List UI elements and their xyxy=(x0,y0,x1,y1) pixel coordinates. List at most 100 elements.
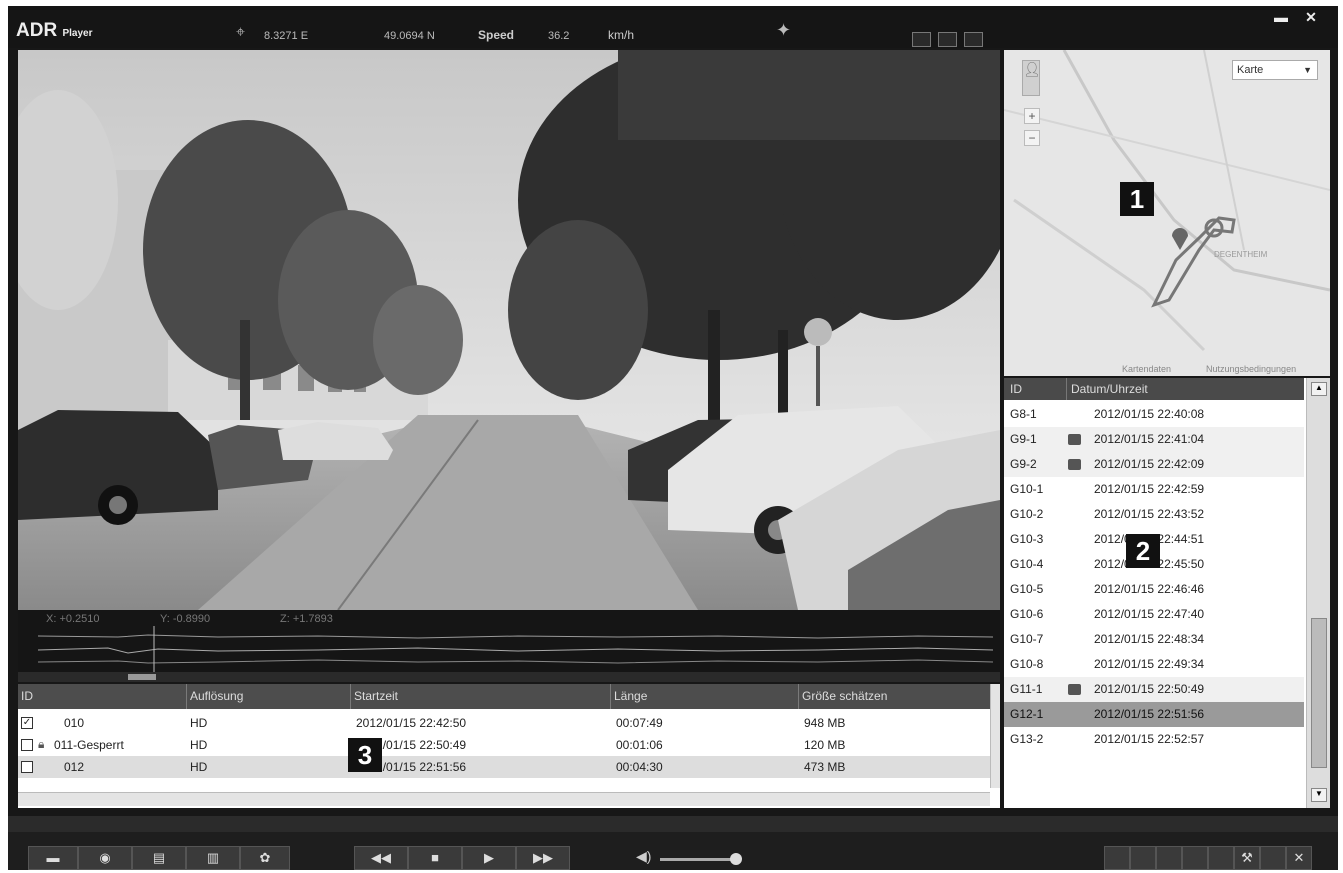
folder-icon: ▬ xyxy=(46,850,60,865)
gps-list: ID Datum/Uhrzeit G8-1 2012/01/15 22:40:08… xyxy=(1004,378,1330,808)
speed-label: Speed xyxy=(478,28,515,42)
table-row[interactable]: ✓ 010 HD 2012/01/15 22:42:50 00:07:49 94… xyxy=(18,712,990,734)
view-single-button[interactable] xyxy=(912,32,931,47)
rewind-icon: ◀◀ xyxy=(371,850,391,865)
volume-knob[interactable] xyxy=(730,853,742,865)
list-col-datetime[interactable]: Datum/Uhrzeit xyxy=(1066,378,1148,400)
wrench-icon: ⚒ xyxy=(1241,850,1253,865)
list-item-id: G13-2 xyxy=(1010,732,1044,746)
col-resolution[interactable]: Auflösung xyxy=(186,684,350,709)
list-item[interactable]: G10-6 2012/01/15 22:47:40 xyxy=(1004,602,1304,627)
bottom-toolbar: ▬ ◉ ▤ ▥ ✿ ◀◀ ■ ▶ ▶▶ ◀) ⚒ ✕ xyxy=(8,816,1338,870)
list-vscrollbar[interactable]: ▲ ▼ xyxy=(1306,378,1330,808)
scroll-thumb[interactable] xyxy=(1311,618,1327,768)
fast-forward-button[interactable]: ▶▶ xyxy=(516,846,570,870)
list-item-id: G12-1 xyxy=(1010,707,1044,721)
timeline-handle[interactable] xyxy=(128,674,156,680)
list-item-id: G10-2 xyxy=(1010,507,1044,521)
list-item[interactable]: G9-2 2012/01/15 22:42:09 xyxy=(1004,452,1304,477)
close-icon: ✕ xyxy=(1293,850,1305,865)
list-item-id: G10-3 xyxy=(1010,532,1044,546)
map-type-select[interactable]: Karte ▼ xyxy=(1232,60,1318,80)
camera-icon: ◉ xyxy=(99,850,111,865)
street-view-icon[interactable]: 👤︎ xyxy=(1022,60,1041,96)
tool-button-3[interactable] xyxy=(1156,846,1182,870)
list-item-id: G9-2 xyxy=(1010,457,1037,471)
list-item-datetime: 2012/01/15 22:42:59 xyxy=(1094,482,1205,496)
map-place-label: DEGENTHEIM xyxy=(1214,250,1268,259)
scroll-up-button[interactable]: ▲ xyxy=(1311,382,1327,396)
scroll-down-button[interactable]: ▼ xyxy=(1311,788,1327,802)
list-item[interactable]: G12-1 2012/01/15 22:51:56 xyxy=(1004,702,1304,727)
locked-file-icon xyxy=(1068,434,1081,445)
table-row[interactable]: 🔒︎ 011-Gesperrt HD 2012/01/15 22:50:49 0… xyxy=(18,734,990,756)
timeline-track[interactable] xyxy=(18,672,1000,682)
delete-button[interactable]: ▥ xyxy=(186,846,240,870)
clips-vscrollbar[interactable] xyxy=(990,684,1000,788)
video-frame[interactable] xyxy=(18,50,1000,610)
col-id[interactable]: ID xyxy=(18,684,186,709)
list-item[interactable]: G8-1 2012/01/15 22:40:08 xyxy=(1004,402,1304,427)
tool-button-7[interactable] xyxy=(1260,846,1286,870)
app-window: ADR Player ⌖ 8.3271 E 49.0694 N Speed 36… xyxy=(8,6,1338,870)
col-start-time[interactable]: Startzeit xyxy=(350,684,610,709)
list-item-datetime: 2012/01/15 22:41:04 xyxy=(1094,432,1205,446)
tool-button-1[interactable] xyxy=(1104,846,1130,870)
list-item[interactable]: G10-8 2012/01/15 22:49:34 xyxy=(1004,652,1304,677)
settings-button[interactable]: ✿ xyxy=(240,846,290,870)
list-item[interactable]: G10-1 2012/01/15 22:42:59 xyxy=(1004,477,1304,502)
sensor-x-value: X: +0.2510 xyxy=(46,613,100,625)
zoom-out-button[interactable]: − xyxy=(1024,130,1040,146)
map-attribution: Kartendaten xyxy=(1122,364,1172,374)
callout-2: 2 xyxy=(1126,534,1160,568)
row-checkbox[interactable] xyxy=(21,739,33,751)
volume-slider[interactable] xyxy=(660,853,742,865)
list-item[interactable]: G10-5 2012/01/15 22:46:46 xyxy=(1004,577,1304,602)
list-item-datetime: 2012/01/15 22:49:34 xyxy=(1094,657,1205,671)
list-item[interactable]: G10-7 2012/01/15 22:48:34 xyxy=(1004,627,1304,652)
gsensor-graph[interactable]: X: +0.2510 Y: -0.8990 Z: +1.7893 xyxy=(18,610,1000,672)
map-terms-link[interactable]: Nutzungsbedingungen xyxy=(1206,364,1296,374)
tool-button-4[interactable] xyxy=(1182,846,1208,870)
table-row[interactable]: 012 HD 2012/01/15 22:51:56 00:04:30 473 … xyxy=(18,756,990,778)
stop-button[interactable]: ■ xyxy=(408,846,462,870)
save-button[interactable]: ▤ xyxy=(132,846,186,870)
list-item-datetime: 2012/01/15 22:42:09 xyxy=(1094,457,1205,471)
list-item-id: G8-1 xyxy=(1010,407,1037,421)
document-icon: ▤ xyxy=(152,850,166,865)
sensor-y-value: Y: -0.8990 xyxy=(160,613,211,625)
clips-hscrollbar[interactable] xyxy=(18,792,990,806)
open-folder-button[interactable]: ▬ xyxy=(28,846,78,870)
row-checkbox[interactable] xyxy=(21,761,33,773)
minimize-button[interactable]: ▬ xyxy=(1270,9,1292,25)
snapshot-button[interactable]: ◉ xyxy=(78,846,132,870)
rewind-button[interactable]: ◀◀ xyxy=(354,846,408,870)
wrench-button[interactable]: ⚒ xyxy=(1234,846,1260,870)
play-button[interactable]: ▶ xyxy=(462,846,516,870)
list-item[interactable]: G9-1 2012/01/15 22:41:04 xyxy=(1004,427,1304,452)
exit-button[interactable]: ✕ xyxy=(1286,846,1312,870)
list-item[interactable]: G10-2 2012/01/15 22:43:52 xyxy=(1004,502,1304,527)
list-item-id: G11-1 xyxy=(1010,682,1043,696)
zoom-in-button[interactable]: + xyxy=(1024,108,1040,124)
gear-icon: ✿ xyxy=(259,850,271,865)
col-length[interactable]: Länge xyxy=(610,684,798,709)
locked-file-icon xyxy=(1068,684,1081,695)
col-size[interactable]: Größe schätzen xyxy=(798,684,990,709)
map-panel[interactable]: DEGENTHEIM 👤︎ + − Karte ▼ Kartendaten Nut… xyxy=(1004,50,1330,376)
view-fullscreen-button[interactable] xyxy=(964,32,983,47)
satellite-icon: ⌖ xyxy=(236,24,246,41)
locked-file-icon xyxy=(1068,459,1081,470)
row-checkbox[interactable]: ✓ xyxy=(21,717,33,729)
view-split-button[interactable] xyxy=(938,32,957,47)
title-bar: ADR Player ⌖ 8.3271 E 49.0694 N Speed 36… xyxy=(8,6,1338,48)
tool-button-2[interactable] xyxy=(1130,846,1156,870)
list-item-id: G10-6 xyxy=(1010,607,1044,621)
list-item[interactable]: G11-1 2012/01/15 22:50:49 xyxy=(1004,677,1304,702)
list-item[interactable]: G13-2 2012/01/15 22:52:57 xyxy=(1004,727,1304,752)
tool-button-5[interactable] xyxy=(1208,846,1234,870)
close-button[interactable]: ✕ xyxy=(1300,9,1322,25)
list-item-datetime: 2012/01/15 22:43:52 xyxy=(1094,507,1205,521)
list-item-datetime: 2012/01/15 22:48:34 xyxy=(1094,632,1205,646)
list-col-id[interactable]: ID xyxy=(1010,378,1022,400)
